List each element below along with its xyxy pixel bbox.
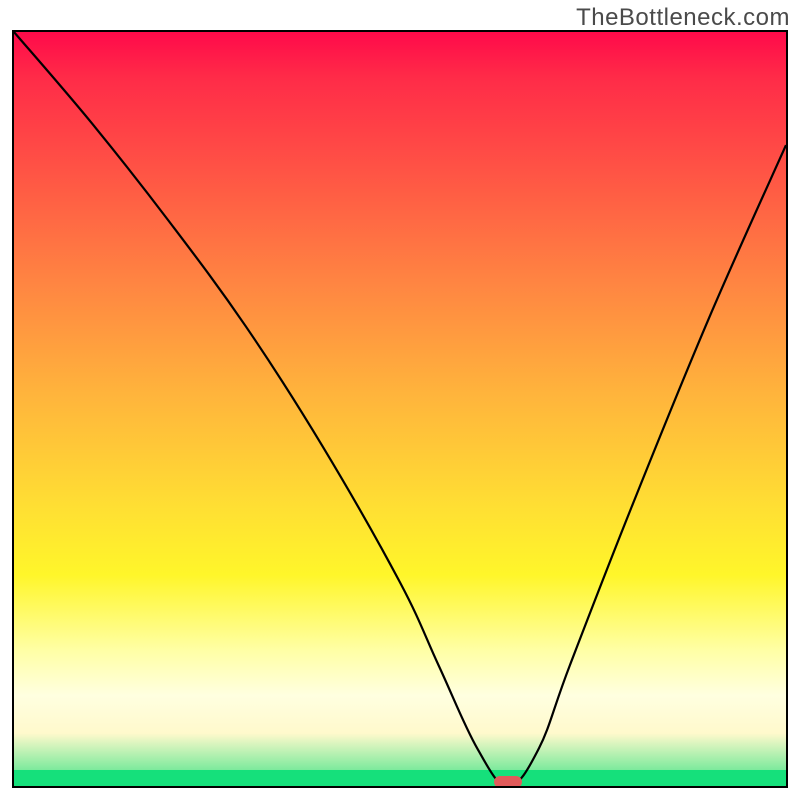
chart-frame: TheBottleneck.com bbox=[0, 0, 800, 800]
gradient-background bbox=[14, 32, 786, 786]
minimum-marker bbox=[494, 776, 522, 788]
watermark-text: TheBottleneck.com bbox=[576, 4, 790, 32]
green-baseline-strip bbox=[14, 770, 786, 786]
plot-area bbox=[12, 30, 788, 788]
